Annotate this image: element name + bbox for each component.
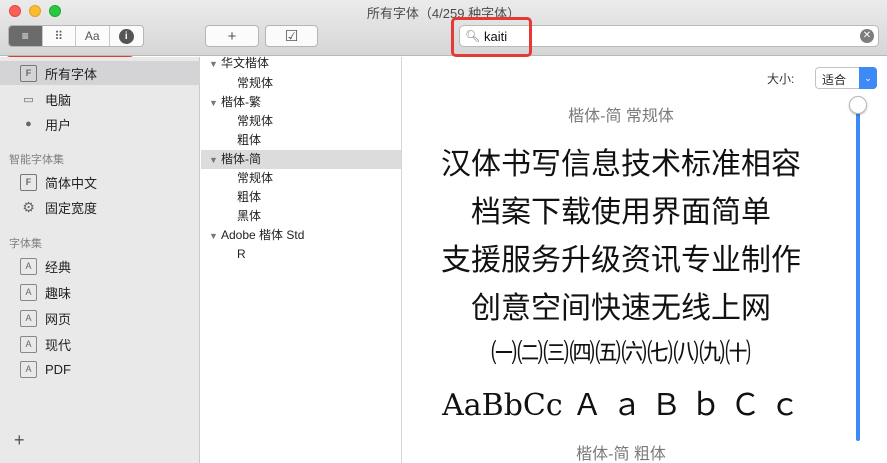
sidebar-item-user[interactable]: ● 用户 <box>0 112 200 136</box>
font-family-row-selected[interactable]: ▼ 楷体-简 <box>201 150 401 169</box>
font-list: ▼ 华文楷体 常规体 ▼ 楷体-繁 常规体 粗体 ▼ 楷体-简 常规体 粗体 黑体 ▼… <box>201 54 402 463</box>
font-family-row[interactable]: ▼ 华文楷体 <box>201 54 401 73</box>
title-bar: 所有字体（4/259 种字体） ≡ ⠿ Aa i + ☑ 🔍︎ ✕ <box>0 0 887 56</box>
sidebar-item-web[interactable]: A 网页 <box>0 306 200 330</box>
sidebar-item-fixed-width[interactable]: ⚙ 固定宽度 <box>0 195 200 219</box>
font-face-row[interactable]: 粗体 <box>201 188 401 207</box>
size-slider-track[interactable] <box>856 107 860 441</box>
size-label: 大小: <box>767 72 795 86</box>
sidebar-item-label: 电脑 <box>45 92 72 108</box>
search-input[interactable] <box>484 28 844 44</box>
font-preview-pane: 大小: 适合 ⌄ 楷体-简 常规体 汉体书写信息技术标准相容 档案下载使用界面简… <box>403 57 887 463</box>
sidebar-item-modern[interactable]: A 现代 <box>0 332 200 356</box>
font-face-row[interactable]: 黑体 <box>201 207 401 226</box>
font-face-row[interactable]: 常规体 <box>201 74 401 93</box>
validate-font-button[interactable]: ☑ <box>265 25 318 47</box>
preview-sample-line: 支援服务升级资讯专业制作 <box>441 243 801 278</box>
preview-sample-line: ㈠㈡㈢㈣㈤㈥㈦㈧㈨㈩ <box>490 339 751 369</box>
sidebar-item-label: PDF <box>45 361 71 377</box>
grid-view-icon[interactable]: ⠿ <box>43 26 76 46</box>
font-family-row[interactable]: ▼ Adobe 楷体 Std <box>201 226 401 245</box>
sidebar-item-simplified-chinese[interactable]: F 简体中文 <box>0 170 200 194</box>
view-mode-segmented-control: ≡ ⠿ Aa i <box>8 25 144 47</box>
preview-next-heading: 楷体-简 粗体 <box>576 446 666 463</box>
collection-icon: A <box>20 360 37 378</box>
font-family-row[interactable]: ▼ 楷体-繁 <box>201 93 401 112</box>
sidebar-item-all-fonts[interactable]: F 所有字体 <box>0 61 200 85</box>
sidebar: F 所有字体 ▭ 电脑 ● 用户 智能字体集 F 简体中文 ⚙ 固定宽度 字体集… <box>0 57 200 463</box>
clear-search-icon[interactable]: ✕ <box>860 29 874 43</box>
add-font-button[interactable]: + <box>205 25 259 47</box>
disclosure-triangle-icon[interactable]: ▼ <box>209 227 221 246</box>
preview-heading: 楷体-简 常规体 <box>568 108 674 125</box>
collection-icon: A <box>20 257 37 275</box>
collections-header: 字体集 <box>9 238 42 250</box>
size-slider-knob[interactable] <box>849 96 867 114</box>
smart-collections-header: 智能字体集 <box>9 154 64 166</box>
sidebar-item-label: 网页 <box>45 311 72 327</box>
sidebar-item-classic[interactable]: A 经典 <box>0 254 200 278</box>
add-collection-button[interactable]: + <box>14 430 25 451</box>
font-face-row[interactable]: 粗体 <box>201 131 401 150</box>
collection-icon: A <box>20 309 37 327</box>
smart-collection-icon: F <box>20 173 37 191</box>
sidebar-item-label: 简体中文 <box>45 175 98 191</box>
sidebar-item-label: 趣味 <box>45 285 72 301</box>
preview-sample-line: 汉体书写信息技术标准相容 <box>441 147 801 182</box>
collection-icon: A <box>20 335 37 353</box>
font-face-row[interactable]: 常规体 <box>201 112 401 131</box>
font-collection-icon: F <box>20 64 37 82</box>
preview-sample-line: 档案下载使用界面简单 <box>471 195 771 230</box>
computer-icon: ▭ <box>23 93 34 106</box>
chevron-down-icon: ⌄ <box>859 67 877 89</box>
sidebar-item-label: 所有字体 <box>45 66 98 82</box>
font-face-row[interactable]: R <box>201 245 401 264</box>
sidebar-item-fun[interactable]: A 趣味 <box>0 280 200 304</box>
disclosure-triangle-icon[interactable]: ▼ <box>209 151 221 170</box>
sample-view-icon[interactable]: Aa <box>76 26 110 46</box>
sidebar-item-label: 固定宽度 <box>45 200 98 216</box>
list-view-icon[interactable]: ≡ <box>9 26 43 46</box>
window-title: 所有字体（4/259 种字体） <box>366 6 521 21</box>
sidebar-item-computer[interactable]: ▭ 电脑 <box>0 87 200 111</box>
size-select[interactable]: 适合 ⌄ <box>815 67 877 89</box>
sidebar-item-label: 经典 <box>45 259 72 275</box>
font-face-row[interactable]: 常规体 <box>201 169 401 188</box>
preview-sample-line: AaBbCc Ａ ａ Ｂ ｂ Ｃ ｃ <box>442 388 800 423</box>
preview-sample-line: 创意空间快速无线上网 <box>471 291 771 326</box>
disclosure-triangle-icon[interactable]: ▼ <box>209 94 221 113</box>
disclosure-triangle-icon[interactable]: ▼ <box>209 55 221 74</box>
search-field[interactable]: 🔍︎ ✕ <box>459 25 879 47</box>
sidebar-item-label: 现代 <box>45 337 72 353</box>
search-icon: 🔍︎ <box>465 29 481 43</box>
collection-icon: A <box>20 283 37 301</box>
sidebar-item-label: 用户 <box>45 117 72 133</box>
gear-icon: ⚙ <box>22 198 35 215</box>
sidebar-item-pdf[interactable]: A PDF <box>0 357 200 381</box>
user-icon: ● <box>25 118 32 130</box>
info-icon[interactable]: i <box>110 26 143 46</box>
